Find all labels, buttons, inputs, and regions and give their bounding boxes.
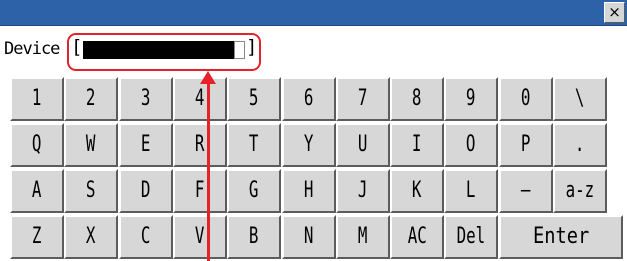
key-label: O xyxy=(466,132,476,157)
key-del[interactable]: Del xyxy=(444,215,498,259)
key-c[interactable]: C xyxy=(119,215,173,259)
key-label: H xyxy=(304,178,314,203)
key-5[interactable]: 5 xyxy=(227,77,281,121)
key-label: L xyxy=(466,178,476,203)
close-button[interactable]: × xyxy=(604,2,625,23)
key-label: \ xyxy=(575,86,585,111)
key-label: 9 xyxy=(466,86,476,111)
key-label: 3 xyxy=(141,86,151,111)
key-label: 8 xyxy=(412,86,422,111)
key-label: Q xyxy=(32,132,42,157)
key-label: C xyxy=(141,224,151,249)
key-8[interactable]: 8 xyxy=(390,77,444,121)
key-label: R xyxy=(195,132,205,157)
key-label: P xyxy=(521,132,531,157)
on-screen-keyboard: 1 2 3 4 5 6 7 8 9 0 \ Q W E R T Y U I O P. A S D F G H J K L — a-z Z X C V B… xyxy=(0,77,627,261)
key-label: S xyxy=(86,178,96,203)
title-bar[interactable]: × xyxy=(0,0,627,26)
key-label: D xyxy=(141,178,151,203)
keyboard-window: × Device [ ] 1 2 3 4 5 6 7 8 9 0 \ Q W E R T Y U I O P. A S D F G… xyxy=(0,0,627,261)
key-p[interactable]: P xyxy=(499,123,553,167)
key-label: — xyxy=(521,178,531,203)
key-k[interactable]: K xyxy=(390,169,444,213)
key-z[interactable]: Z xyxy=(10,215,64,259)
key-q[interactable]: Q xyxy=(10,123,64,167)
key-label: N xyxy=(304,224,314,249)
key-2[interactable]: 2 xyxy=(64,77,118,121)
key-period[interactable]: . xyxy=(553,123,607,167)
key-b[interactable]: B xyxy=(227,215,281,259)
key-w[interactable]: W xyxy=(64,123,118,167)
key-label: X xyxy=(86,224,96,249)
key-label: Enter xyxy=(532,224,590,249)
key-label: B xyxy=(249,224,259,249)
key-e[interactable]: E xyxy=(119,123,173,167)
key-label: I xyxy=(412,132,422,157)
key-label: 4 xyxy=(195,86,205,111)
key-s[interactable]: S xyxy=(64,169,118,213)
key-t[interactable]: T xyxy=(227,123,281,167)
key-label: 5 xyxy=(249,86,259,111)
key-label: U xyxy=(358,132,368,157)
key-label: a-z xyxy=(565,178,595,203)
key-7[interactable]: 7 xyxy=(336,77,390,121)
key-label: Z xyxy=(32,224,42,249)
key-label: A xyxy=(32,178,42,203)
key-lowercase[interactable]: a-z xyxy=(553,169,607,213)
key-label: E xyxy=(141,132,151,157)
key-label: G xyxy=(249,178,259,203)
key-label: AC xyxy=(407,224,427,249)
key-v[interactable]: V xyxy=(173,215,227,259)
key-g[interactable]: G xyxy=(227,169,281,213)
key-h[interactable]: H xyxy=(282,169,336,213)
key-o[interactable]: O xyxy=(444,123,498,167)
key-label: M xyxy=(358,224,368,249)
key-6[interactable]: 6 xyxy=(282,77,336,121)
key-label: 0 xyxy=(521,86,531,111)
key-enter[interactable]: Enter xyxy=(499,215,623,259)
key-label: . xyxy=(575,132,585,157)
key-i[interactable]: I xyxy=(390,123,444,167)
key-label: 6 xyxy=(304,86,314,111)
key-a[interactable]: A xyxy=(10,169,64,213)
key-label: 7 xyxy=(358,86,368,111)
key-label: T xyxy=(249,132,259,157)
key-label: W xyxy=(86,132,96,157)
key-1[interactable]: 1 xyxy=(10,77,64,121)
key-n[interactable]: N xyxy=(282,215,336,259)
close-icon: × xyxy=(608,3,621,21)
key-label: J xyxy=(358,178,368,203)
annotation-arrow-shaft xyxy=(207,82,210,261)
key-m[interactable]: M xyxy=(336,215,390,259)
key-label: 2 xyxy=(86,86,96,111)
key-l[interactable]: L xyxy=(444,169,498,213)
key-label: F xyxy=(195,178,205,203)
key-y[interactable]: Y xyxy=(282,123,336,167)
key-9[interactable]: 9 xyxy=(444,77,498,121)
device-label: Device xyxy=(4,39,60,59)
key-ac[interactable]: AC xyxy=(390,215,444,259)
annotation-highlight-box xyxy=(67,33,261,71)
key-r[interactable]: R xyxy=(173,123,227,167)
key-label: 1 xyxy=(32,86,42,111)
key-0[interactable]: 0 xyxy=(499,77,553,121)
key-backslash[interactable]: \ xyxy=(553,77,607,121)
key-f[interactable]: F xyxy=(173,169,227,213)
key-x[interactable]: X xyxy=(64,215,118,259)
key-label: Del xyxy=(456,224,486,249)
key-dash[interactable]: — xyxy=(499,169,553,213)
key-label: Y xyxy=(304,132,314,157)
annotation-arrow-head-icon xyxy=(200,71,216,84)
key-u[interactable]: U xyxy=(336,123,390,167)
key-3[interactable]: 3 xyxy=(119,77,173,121)
key-label: V xyxy=(195,224,205,249)
key-d[interactable]: D xyxy=(119,169,173,213)
key-j[interactable]: J xyxy=(336,169,390,213)
key-label: K xyxy=(412,178,422,203)
